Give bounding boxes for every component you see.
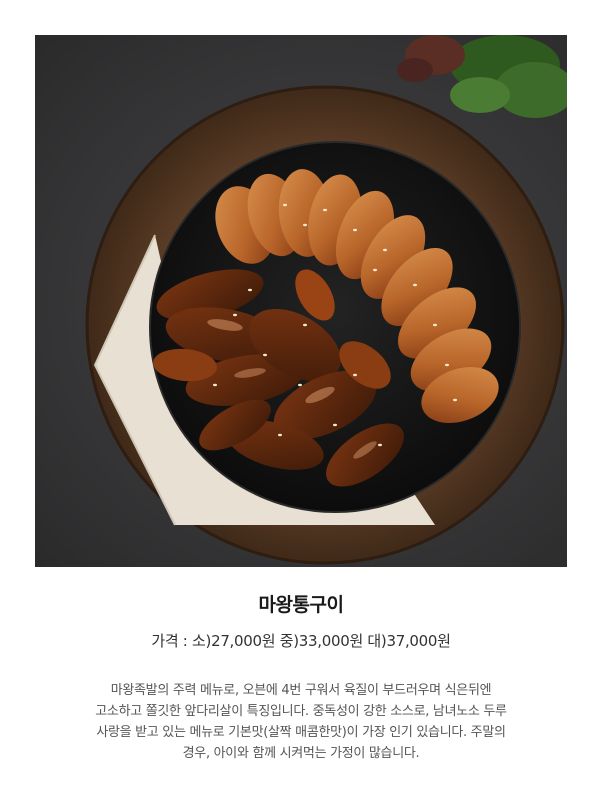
herb-garnish [397,35,567,118]
description-line: 경우, 아이와 함께 시켜먹는 가정이 많습니다. [182,746,420,761]
description-line: 사랑을 받고 있는 메뉴로 기본맛(살짝 매콤한맛)이 가장 인기 있습니다. … [96,725,506,740]
product-photo [35,35,567,567]
roast-pork-hocks-image [85,35,567,565]
description-line: 마왕족발의 주력 메뉴로, 오븐에 4번 구워서 육질이 부드러우며 식은뒤엔 [110,683,492,698]
description-line: 고소하고 쫄깃한 앞다리살이 특징입니다. 중독성이 강한 소스로, 남녀노소 … [95,704,507,719]
product-title: 마왕통구이 [258,594,344,616]
product-description: 마왕족발의 주력 메뉴로, 오븐에 4번 구워서 육질이 부드러우며 식은뒤엔 … [30,680,572,764]
product-price: 가격 : 소)27,000원 중)33,000원 대)37,000원 [151,632,451,650]
